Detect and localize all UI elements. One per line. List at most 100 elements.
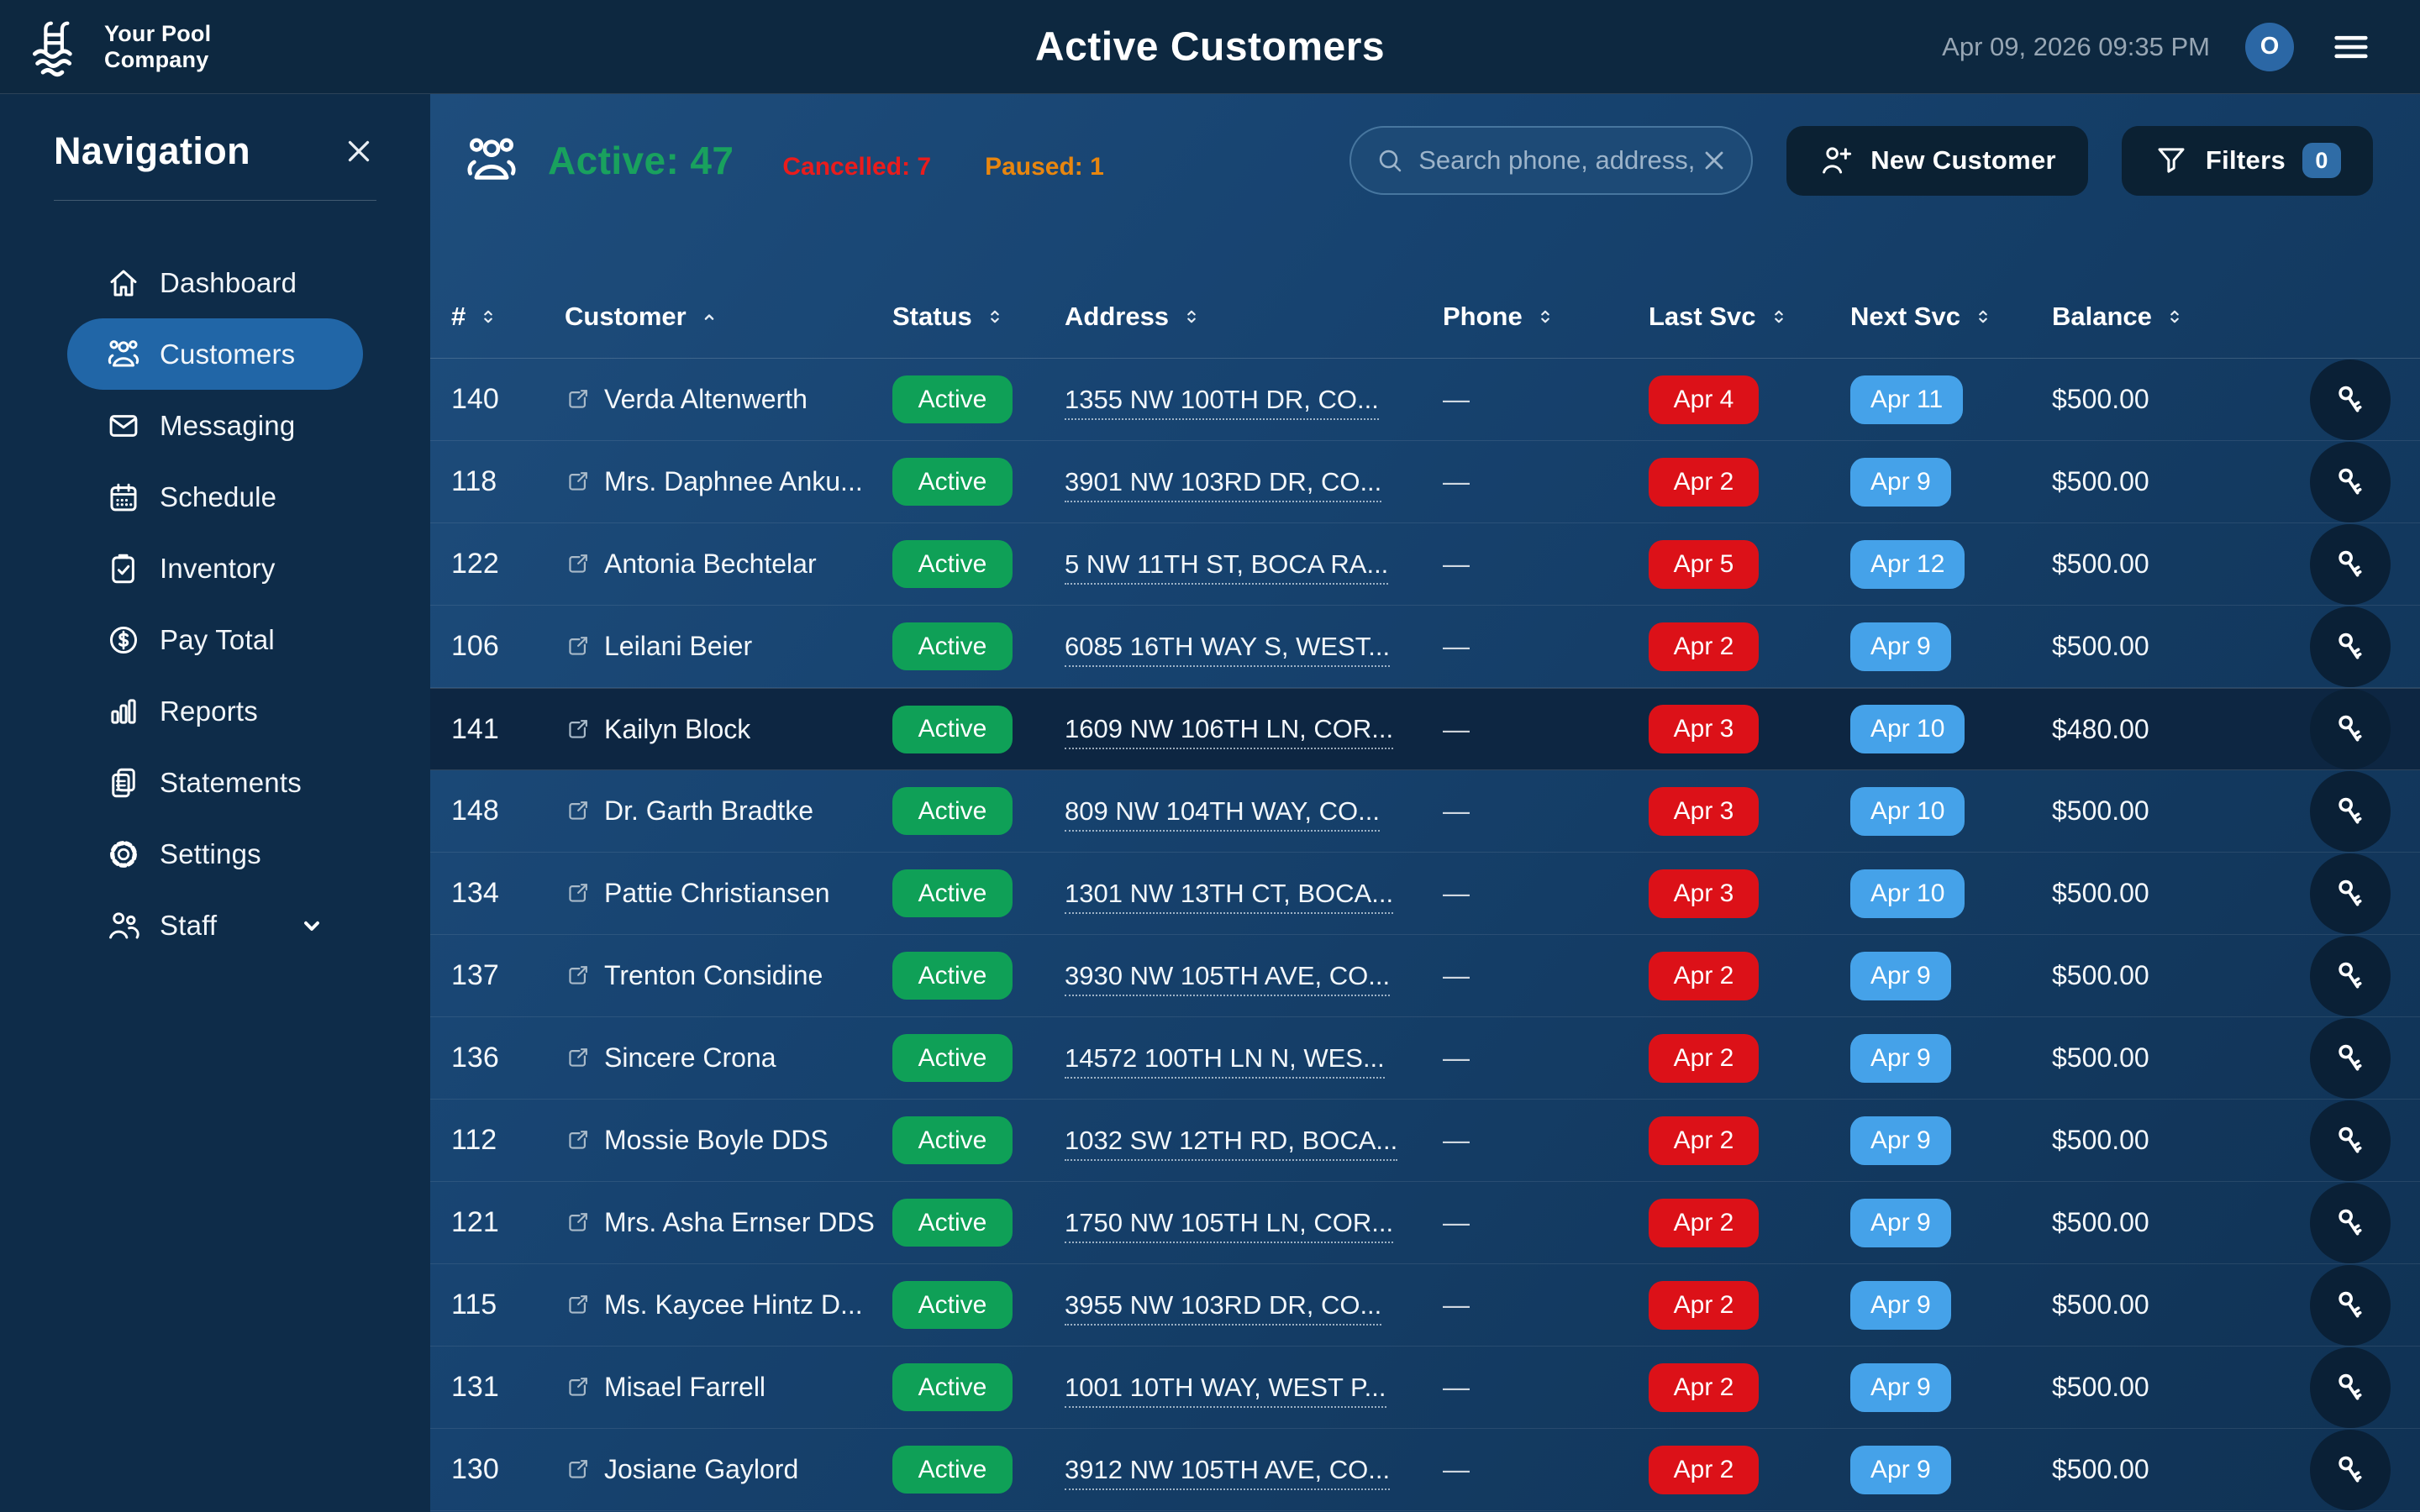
table-row[interactable]: 137 Trenton Considine Active 3930 NW 105… (430, 935, 2420, 1017)
sidebar-item-label: Inventory (160, 553, 276, 585)
column-header--[interactable]: # (451, 302, 565, 332)
column-header-next-svc[interactable]: Next Svc (1850, 302, 2052, 332)
external-link-icon[interactable] (565, 469, 591, 495)
key-action-button[interactable] (2310, 442, 2391, 522)
address-link[interactable]: 1609 NW 106TH LN, COR... (1065, 714, 1393, 749)
sidebar-item-schedule[interactable]: Schedule (67, 461, 363, 533)
key-action-button[interactable] (2310, 606, 2391, 687)
key-action-button[interactable] (2310, 689, 2391, 769)
customer-name-cell[interactable]: Misael Farrell (565, 1372, 892, 1403)
search-input[interactable] (1418, 145, 1699, 176)
address-link[interactable]: 3901 NW 103RD DR, CO... (1065, 467, 1381, 502)
key-action-button[interactable] (2310, 1265, 2391, 1346)
external-link-icon[interactable] (565, 1045, 591, 1071)
address-link[interactable]: 809 NW 104TH WAY, CO... (1065, 796, 1380, 832)
external-link-icon[interactable] (565, 963, 591, 989)
key-action-button[interactable] (2310, 1430, 2391, 1510)
new-customer-button[interactable]: New Customer (1786, 126, 2088, 196)
external-link-icon[interactable] (565, 717, 591, 743)
address-link[interactable]: 6085 16TH WAY S, WEST... (1065, 632, 1390, 667)
customer-name-cell[interactable]: Ms. Kaycee Hintz D... (565, 1289, 892, 1320)
table-row[interactable]: 136 Sincere Crona Active 14572 100TH LN … (430, 1017, 2420, 1100)
close-icon[interactable] (341, 134, 376, 169)
customer-name-cell[interactable]: Leilani Beier (565, 631, 892, 662)
column-header-balance[interactable]: Balance (2052, 302, 2266, 332)
balance-value: $500.00 (2052, 1042, 2266, 1074)
table-row[interactable]: 134 Pattie Christiansen Active 1301 NW 1… (430, 853, 2420, 935)
address-link[interactable]: 3930 NW 105TH AVE, CO... (1065, 961, 1390, 996)
key-action-button[interactable] (2310, 1018, 2391, 1099)
table-row[interactable]: 118 Mrs. Daphnee Anku... Active 3901 NW … (430, 441, 2420, 523)
sidebar-item-staff[interactable]: Staff (67, 890, 363, 961)
sidebar-item-pay-total[interactable]: Pay Total (67, 604, 363, 675)
key-action-button[interactable] (2310, 771, 2391, 852)
key-action-button[interactable] (2310, 1183, 2391, 1263)
external-link-icon[interactable] (565, 1210, 591, 1236)
address-link[interactable]: 1750 NW 105TH LN, COR... (1065, 1208, 1393, 1243)
table-row[interactable]: 131 Misael Farrell Active 1001 10TH WAY,… (430, 1347, 2420, 1429)
column-header-customer[interactable]: Customer (565, 302, 892, 332)
hamburger-menu-icon[interactable] (2329, 25, 2373, 69)
address-link[interactable]: 3955 NW 103RD DR, CO... (1065, 1290, 1381, 1326)
customer-name-cell[interactable]: Verda Altenwerth (565, 384, 892, 415)
customer-name-cell[interactable]: Trenton Considine (565, 960, 892, 991)
external-link-icon[interactable] (565, 386, 591, 412)
key-action-button[interactable] (2310, 360, 2391, 440)
table-row[interactable]: 121 Mrs. Asha Ernser DDS Active 1750 NW … (430, 1182, 2420, 1264)
key-action-button[interactable] (2310, 936, 2391, 1016)
address-link[interactable]: 1032 SW 12TH RD, BOCA... (1065, 1126, 1397, 1161)
address-link[interactable]: 1001 10TH WAY, WEST P... (1065, 1373, 1386, 1408)
customer-name-cell[interactable]: Mrs. Daphnee Anku... (565, 466, 892, 497)
key-action-button[interactable] (2310, 1347, 2391, 1428)
external-link-icon[interactable] (565, 1127, 591, 1153)
sidebar-item-reports[interactable]: Reports (67, 675, 363, 747)
customer-name-cell[interactable]: Mrs. Asha Ernser DDS (565, 1207, 892, 1238)
customer-name-cell[interactable]: Josiane Gaylord (565, 1454, 892, 1485)
customer-name-cell[interactable]: Dr. Garth Bradtke (565, 795, 892, 827)
customer-name-cell[interactable]: Antonia Bechtelar (565, 549, 892, 580)
address-link[interactable]: 5 NW 11TH ST, BOCA RA... (1065, 549, 1388, 585)
table-row[interactable]: 148 Dr. Garth Bradtke Active 809 NW 104T… (430, 770, 2420, 853)
key-action-button[interactable] (2310, 853, 2391, 934)
address-link[interactable]: 3912 NW 105TH AVE, CO... (1065, 1455, 1390, 1490)
avatar[interactable]: O (2245, 23, 2294, 71)
sidebar-item-inventory[interactable]: Inventory (67, 533, 363, 604)
external-link-icon[interactable] (565, 633, 591, 659)
table-row[interactable]: 141 Kailyn Block Active 1609 NW 106TH LN… (430, 688, 2420, 770)
external-link-icon[interactable] (565, 880, 591, 906)
sidebar-item-customers[interactable]: Customers (67, 318, 363, 390)
search-box[interactable] (1349, 126, 1753, 195)
table-row[interactable]: 112 Mossie Boyle DDS Active 1032 SW 12TH… (430, 1100, 2420, 1182)
customer-name-cell[interactable]: Pattie Christiansen (565, 878, 892, 909)
external-link-icon[interactable] (565, 551, 591, 577)
key-icon (2331, 957, 2370, 995)
address-link[interactable]: 1355 NW 100TH DR, CO... (1065, 385, 1379, 420)
address-link[interactable]: 14572 100TH LN N, WES... (1065, 1043, 1385, 1079)
customer-name-cell[interactable]: Kailyn Block (565, 714, 892, 745)
customer-name-cell[interactable]: Mossie Boyle DDS (565, 1125, 892, 1156)
key-action-button[interactable] (2310, 1100, 2391, 1181)
sidebar-item-statements[interactable]: Statements (67, 747, 363, 818)
column-header-phone[interactable]: Phone (1443, 302, 1649, 332)
key-action-button[interactable] (2310, 524, 2391, 605)
table-row[interactable]: 130 Josiane Gaylord Active 3912 NW 105TH… (430, 1429, 2420, 1511)
table-row[interactable]: 140 Verda Altenwerth Active 1355 NW 100T… (430, 359, 2420, 441)
table-row[interactable]: 115 Ms. Kaycee Hintz D... Active 3955 NW… (430, 1264, 2420, 1347)
sidebar-item-messaging[interactable]: Messaging (67, 390, 363, 461)
column-header-status[interactable]: Status (892, 302, 1065, 332)
external-link-icon[interactable] (565, 798, 591, 824)
customer-name-cell[interactable]: Sincere Crona (565, 1042, 892, 1074)
sidebar-item-dashboard[interactable]: Dashboard (67, 247, 363, 318)
external-link-icon[interactable] (565, 1292, 591, 1318)
table-row[interactable]: 122 Antonia Bechtelar Active 5 NW 11TH S… (430, 523, 2420, 606)
external-link-icon[interactable] (565, 1457, 591, 1483)
filters-button[interactable]: Filters 0 (2122, 126, 2373, 196)
sidebar-item-settings[interactable]: Settings (67, 818, 363, 890)
key-icon (2331, 463, 2370, 501)
column-header-address[interactable]: Address (1065, 302, 1443, 332)
column-header-last-svc[interactable]: Last Svc (1649, 302, 1850, 332)
external-link-icon[interactable] (565, 1374, 591, 1400)
search-clear-icon[interactable] (1699, 145, 1729, 176)
table-row[interactable]: 106 Leilani Beier Active 6085 16TH WAY S… (430, 606, 2420, 688)
address-link[interactable]: 1301 NW 13TH CT, BOCA... (1065, 879, 1393, 914)
